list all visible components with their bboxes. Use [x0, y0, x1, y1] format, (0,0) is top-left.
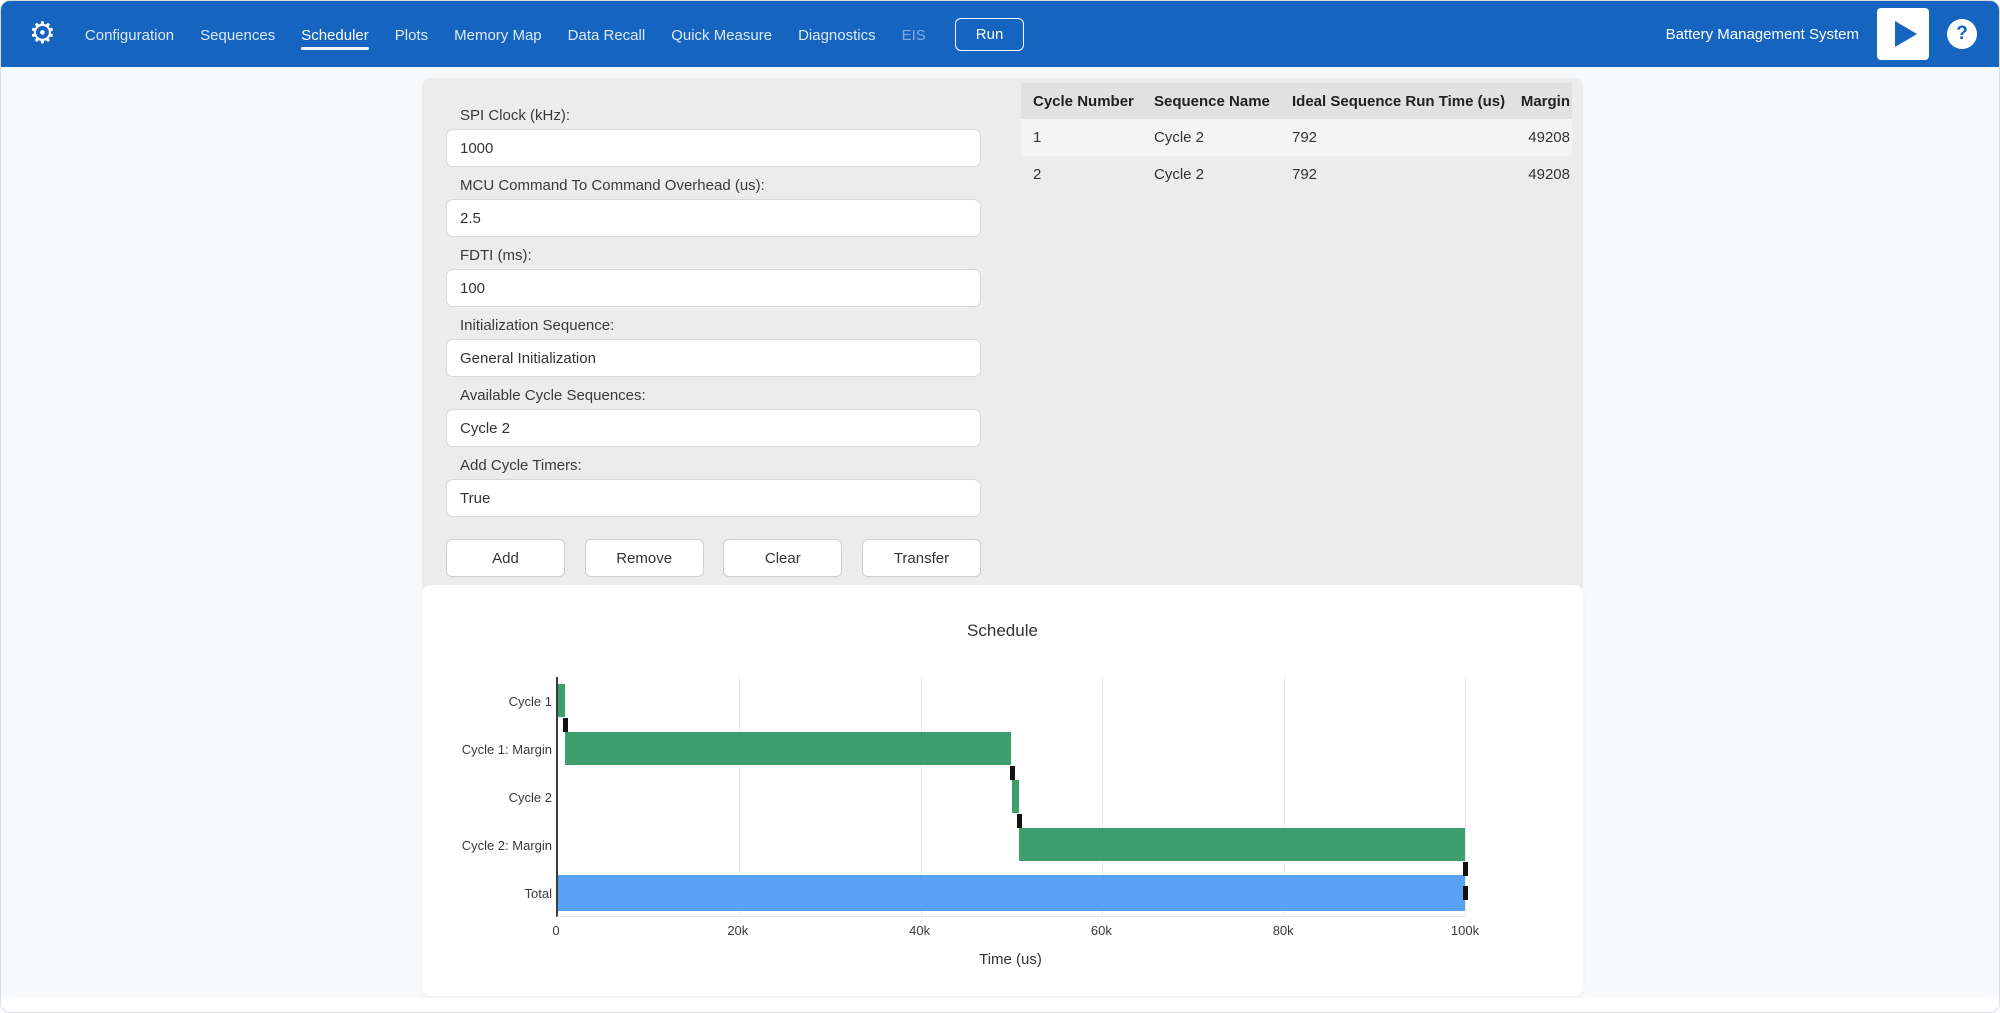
field-label-add-cycle-timers: Add Cycle Timers: [460, 457, 981, 474]
field-label-fdti-ms: FDTI (ms): [460, 247, 981, 264]
nav-items: Configuration Sequences Scheduler Plots Memo… [72, 15, 939, 54]
field-input-spi-clock-khz[interactable] [446, 129, 981, 167]
chart-bar-cycle-1-margin [565, 732, 1011, 765]
scheduler-config-panel: SPI Clock (kHz): MCU Command To Command O… [422, 78, 1583, 595]
nav-item-sequences[interactable]: Sequences [200, 15, 275, 54]
y-tick-label-total: Total [422, 869, 552, 917]
table-header-cycle-number: Cycle Number [1021, 93, 1142, 110]
bar-end-marker [1017, 814, 1022, 828]
y-tick-label-cycle-2: Cycle 2 [422, 773, 552, 821]
y-tick-label-cycle-2-margin: Cycle 2: Margin [422, 821, 552, 869]
add-button[interactable]: Add [446, 539, 565, 577]
table-cell: 792 [1280, 129, 1512, 146]
y-tick-label-cycle-1: Cycle 1 [422, 677, 552, 725]
chart-bar-cycle-1 [558, 684, 565, 717]
chart-y-labels: Cycle 1Cycle 1: MarginCycle 2Cycle 2: Ma… [422, 677, 552, 917]
schedule-chart: Cycle 1Cycle 1: MarginCycle 2Cycle 2: Ma… [422, 585, 1583, 996]
nav-item-scheduler[interactable]: Scheduler [301, 15, 369, 54]
cycle-table: Cycle NumberSequence NameIdeal Sequence … [1021, 83, 1572, 193]
config-form: SPI Clock (kHz): MCU Command To Command O… [446, 97, 981, 577]
table-header-sequence-name: Sequence Name [1142, 93, 1280, 110]
table-cell: 1 [1021, 129, 1142, 146]
schedule-card: Schedule Cycle 1Cycle 1: MarginCycle 2Cy… [422, 585, 1583, 996]
field-label-initialization-sequence: Initialization Sequence: [460, 317, 981, 334]
table-cell: 49208 [1512, 129, 1572, 146]
x-tick-label: 100k [1451, 923, 1479, 938]
chart-bar-cycle-2 [1012, 780, 1019, 813]
clear-button[interactable]: Clear [723, 539, 842, 577]
table-cell: 2 [1021, 166, 1142, 183]
form-buttons-row: Add Remove Clear Transfer [446, 539, 981, 577]
form-fields: SPI Clock (kHz): MCU Command To Command O… [446, 107, 981, 517]
transfer-button[interactable]: Transfer [862, 539, 981, 577]
x-tick-label: 20k [727, 923, 748, 938]
app-window: ⚙ Configuration Sequences Scheduler Plots Me… [0, 0, 2000, 1013]
field-input-initialization-sequence[interactable] [446, 339, 981, 377]
bar-end-marker [1463, 886, 1468, 900]
field-label-mcu-command-to-command-overhead-us: MCU Command To Command Overhead (us): [460, 177, 981, 194]
nav-item-eis[interactable]: EIS [902, 15, 926, 54]
bar-end-marker [1463, 862, 1468, 876]
x-tick-label: 80k [1273, 923, 1294, 938]
y-tick-label-cycle-1-margin: Cycle 1: Margin [422, 725, 552, 773]
nav-item-diagnostics[interactable]: Diagnostics [798, 15, 876, 54]
table-header-ideal-sequence-run-time-us: Ideal Sequence Run Time (us) [1280, 93, 1512, 110]
chart-bar-cycle-2-margin [1019, 828, 1465, 861]
field-label-spi-clock-khz: SPI Clock (kHz): [460, 107, 981, 124]
remove-button[interactable]: Remove [585, 539, 704, 577]
nav-item-configuration[interactable]: Configuration [85, 15, 174, 54]
nav-item-memory-map[interactable]: Memory Map [454, 15, 542, 54]
bar-end-marker [563, 718, 568, 732]
table-cell: 792 [1280, 166, 1512, 183]
table-header-margin: Margin [1512, 93, 1572, 110]
field-input-fdti-ms[interactable] [446, 269, 981, 307]
gear-icon[interactable]: ⚙ [29, 19, 56, 49]
chart-x-axis-label: Time (us) [556, 951, 1465, 968]
chart-bar-total [558, 875, 1465, 911]
field-label-available-cycle-sequences: Available Cycle Sequences: [460, 387, 981, 404]
table-row[interactable]: 1Cycle 279249208 [1021, 119, 1572, 156]
nav-item-data-recall[interactable]: Data Recall [568, 15, 646, 54]
nav-item-plots[interactable]: Plots [395, 15, 428, 54]
x-tick-label: 0 [552, 923, 559, 938]
table-cell: Cycle 2 [1142, 129, 1280, 146]
footer-strip [1, 998, 1999, 1012]
play-button[interactable] [1877, 8, 1929, 60]
x-tick-label: 60k [1091, 923, 1112, 938]
field-input-add-cycle-timers[interactable] [446, 479, 981, 517]
table-cell: 49208 [1512, 166, 1572, 183]
help-icon[interactable]: ? [1947, 19, 1977, 49]
navbar-right: Battery Management System ? [1666, 8, 1977, 60]
table-row[interactable]: 2Cycle 279249208 [1021, 156, 1572, 193]
gridline [1465, 677, 1466, 916]
field-input-mcu-command-to-command-overhead-us[interactable] [446, 199, 981, 237]
run-button[interactable]: Run [955, 18, 1025, 51]
navbar: ⚙ Configuration Sequences Scheduler Plots Me… [1, 1, 1999, 67]
field-input-available-cycle-sequences[interactable] [446, 409, 981, 447]
play-icon [1895, 21, 1917, 47]
chart-plot-area [556, 677, 1465, 917]
x-tick-label: 40k [909, 923, 930, 938]
nav-item-quick-measure[interactable]: Quick Measure [671, 15, 772, 54]
app-title: Battery Management System [1666, 26, 1859, 43]
table-header-row: Cycle NumberSequence NameIdeal Sequence … [1021, 83, 1572, 119]
bar-end-marker [1010, 766, 1015, 780]
table-cell: Cycle 2 [1142, 166, 1280, 183]
cycle-table-column: Cycle NumberSequence NameIdeal Sequence … [1021, 83, 1572, 577]
